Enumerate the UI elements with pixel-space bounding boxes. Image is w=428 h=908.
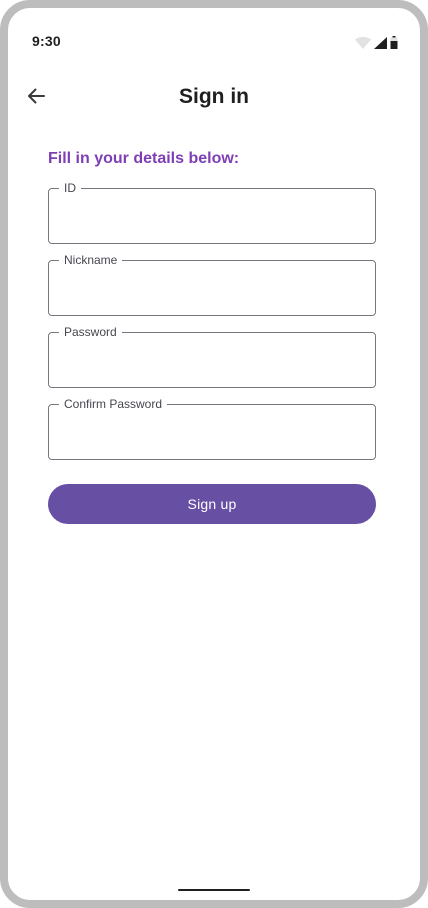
status-time: 9:30 [32,33,61,49]
nickname-input[interactable] [50,262,374,314]
cellular-signal-icon [374,37,387,49]
sign-up-button[interactable]: Sign up [48,484,376,524]
id-field[interactable]: ID [48,181,376,244]
id-input[interactable] [50,190,374,242]
form-instructions: Fill in your details below: [48,150,240,167]
home-indicator[interactable] [178,889,250,891]
confirm-password-field[interactable]: Confirm Password [48,397,376,460]
page-title: Sign in [179,85,249,108]
confirm-password-input[interactable] [50,406,374,458]
status-bar: 9:30 [8,8,420,64]
battery-icon [390,36,398,49]
status-icons [355,35,398,49]
password-field[interactable]: Password [48,325,376,388]
nickname-field[interactable]: Nickname [48,253,376,316]
wifi-icon [355,37,371,49]
top-app-bar: Sign in [8,70,420,126]
device-frame: 9:30 Sign in Fill in your details below:… [0,0,428,908]
password-input[interactable] [50,334,374,386]
